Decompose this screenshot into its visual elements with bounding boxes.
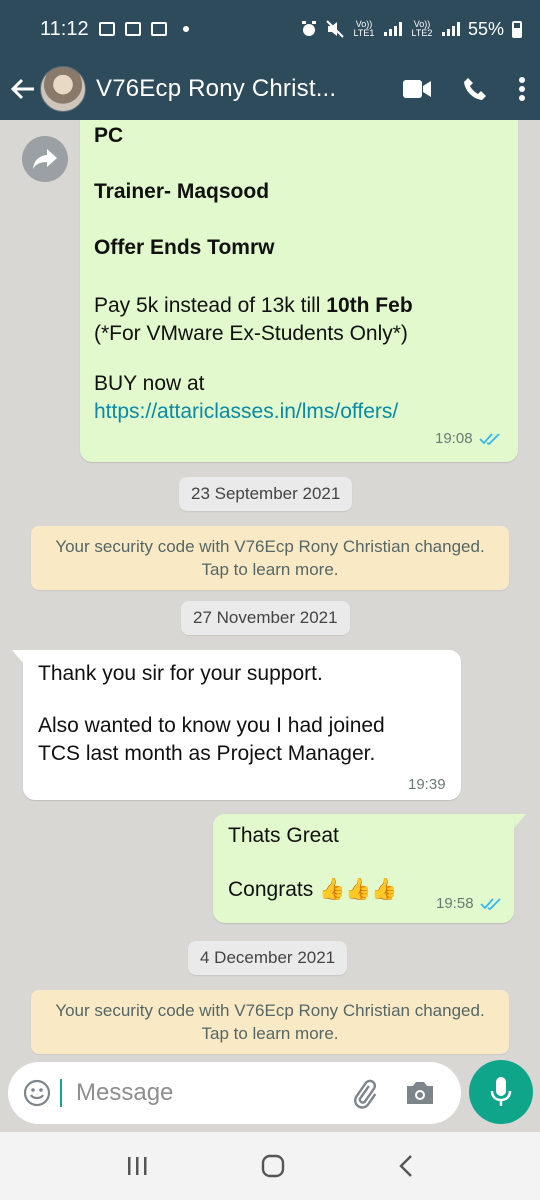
chat-header: V76Ecp Rony Christ...: [0, 58, 540, 120]
more-vert-icon[interactable]: [518, 76, 526, 102]
offer-note: (*For VMware Ex-Students Only*): [94, 322, 408, 345]
security-notice-2-link: Tap to learn more.: [201, 1024, 339, 1043]
signal-icon-1: [383, 22, 402, 36]
security-notice-1[interactable]: Your security code with V76Ecp Rony Chri…: [31, 526, 509, 590]
offer-line-pc: PC: [94, 124, 124, 147]
offer-buy: BUY now at: [94, 372, 205, 395]
battery-percent: 55%: [467, 18, 504, 39]
sim1-label: Vo)) LTE1: [353, 19, 375, 38]
incoming-line-2: Also wanted to know you I had joined: [38, 714, 385, 737]
camera-icon[interactable]: [404, 1079, 436, 1107]
offer-ends: Offer Ends Tomrw: [94, 236, 275, 259]
outgoing-bubble-tail: [514, 814, 526, 828]
offer-meta: 19:08: [435, 430, 501, 447]
incoming-line-1: Thank you sir for your support.: [38, 662, 323, 685]
system-nav-bar: [0, 1132, 540, 1200]
emoji-icon[interactable]: [22, 1078, 52, 1108]
security-notice-1-link: Tap to learn more.: [201, 560, 339, 579]
status-bar: 11:12 Vo)) LTE1 Vo)) LTE2 55%: [0, 0, 540, 58]
alarm-icon: [301, 21, 316, 36]
offer-pay-text: Pay 5k instead of 13k till: [94, 294, 327, 317]
message-composer: [8, 1062, 461, 1124]
incoming-line-3: TCS last month as Project Manager.: [38, 742, 376, 765]
chat-area[interactable]: PC Trainer- Maqsood Offer Ends Tomrw Pay…: [0, 120, 540, 1055]
security-notice-2-text: Your security code with V76Ecp Rony Chri…: [55, 1001, 485, 1020]
outgoing-line-1: Thats Great: [228, 824, 339, 847]
incoming-time: 19:39: [408, 776, 446, 793]
outgoing-meta: 19:58: [436, 895, 502, 912]
back-nav-icon[interactable]: [397, 1154, 415, 1178]
read-ticks-icon: [479, 897, 501, 910]
outgoing-time: 19:58: [436, 895, 474, 912]
offer-pay-bold: 10th Feb: [326, 294, 413, 317]
voice-record-button[interactable]: [469, 1060, 533, 1124]
read-ticks-icon: [478, 432, 500, 445]
more-notifications-dot-icon: [182, 26, 189, 32]
outgoing-message[interactable]: Thats Great Congrats 👍👍👍 19:58: [213, 814, 514, 923]
incoming-message[interactable]: Thank you sir for your support. Also wan…: [23, 650, 461, 800]
forwarded-offer-message[interactable]: PC Trainer- Maqsood Offer Ends Tomrw Pay…: [80, 120, 518, 462]
mail-notification-icon: [150, 22, 167, 36]
date-chip-2: 27 November 2021: [181, 601, 350, 635]
contact-name[interactable]: V76Ecp Rony Christ...: [96, 75, 346, 103]
offer-time: 19:08: [435, 430, 473, 447]
battery-icon: [512, 20, 522, 38]
voicemail-notification-icon: [124, 22, 141, 36]
gallery-notification-icon: [98, 22, 115, 36]
forward-icon: [33, 149, 57, 169]
forward-button[interactable]: [22, 136, 68, 182]
offer-link[interactable]: https://attariclasses.in/lms/offers/: [94, 398, 398, 426]
security-notice-2[interactable]: Your security code with V76Ecp Rony Chri…: [31, 990, 509, 1054]
signal-icon-2: [441, 22, 460, 36]
mute-icon: [326, 20, 344, 38]
offer-pay-line: Pay 5k instead of 13k till 10th Feb: [94, 292, 413, 320]
security-notice-1-text: Your security code with V76Ecp Rony Chri…: [55, 537, 485, 556]
home-icon[interactable]: [260, 1153, 286, 1179]
video-call-icon[interactable]: [402, 78, 432, 100]
offer-trainer: Trainer- Maqsood: [94, 180, 270, 203]
mic-icon: [490, 1077, 512, 1106]
back-arrow-icon[interactable]: [8, 74, 38, 104]
recent-apps-icon[interactable]: [125, 1155, 149, 1177]
contact-avatar[interactable]: [40, 66, 86, 112]
outgoing-line-2: Congrats 👍👍👍: [228, 878, 398, 901]
sim2-label: Vo)) LTE2: [411, 19, 433, 38]
date-chip-3: 4 December 2021: [188, 941, 348, 975]
phone-icon[interactable]: [462, 76, 488, 102]
message-input[interactable]: [76, 1079, 336, 1107]
date-chip-1: 23 September 2021: [179, 477, 353, 511]
attach-icon[interactable]: [348, 1077, 380, 1109]
text-cursor: [60, 1079, 62, 1107]
status-time: 11:12: [40, 17, 89, 40]
